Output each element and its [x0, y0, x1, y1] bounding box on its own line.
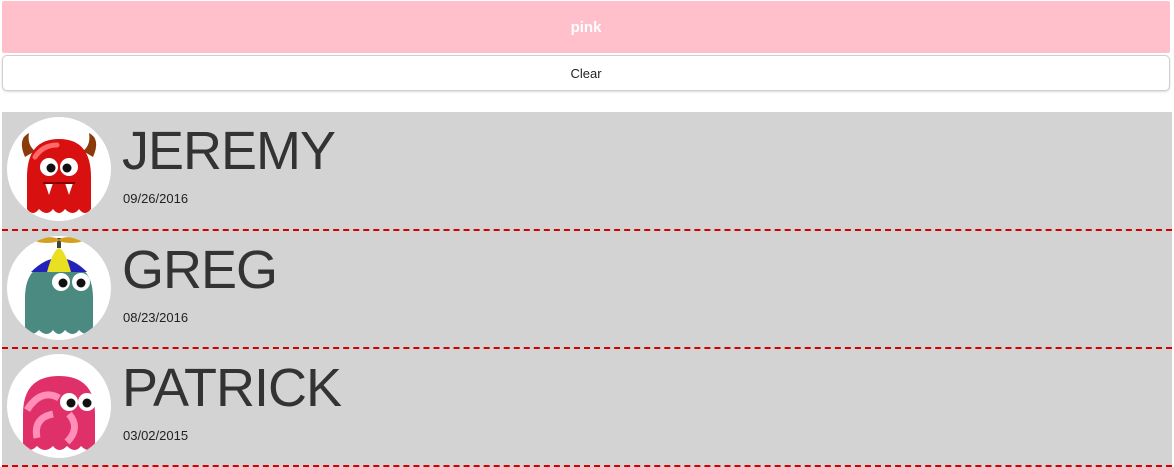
avatar — [7, 354, 111, 458]
user-name: GREG — [122, 240, 278, 300]
avatar — [7, 236, 111, 340]
pink-color-label: pink — [570, 18, 602, 36]
avatar — [7, 117, 111, 221]
propeller-hat-monster-icon — [25, 237, 93, 334]
red-devil-monster-icon — [21, 133, 97, 213]
clear-button[interactable]: Clear — [2, 55, 1170, 91]
user-date: 09/26/2016 — [123, 191, 189, 206]
user-name: PATRICK — [122, 358, 342, 418]
list-item[interactable]: GREG 08/23/2016 — [2, 231, 1172, 349]
list-item[interactable]: PATRICK 03/02/2015 — [2, 349, 1172, 467]
clear-button-label: Clear — [570, 65, 602, 81]
pink-swirl-monster-icon — [23, 376, 96, 450]
user-date: 08/23/2016 — [123, 310, 189, 325]
list-item[interactable]: JEREMY 09/26/2016 — [2, 112, 1172, 231]
pink-color-button[interactable]: pink — [2, 1, 1170, 53]
user-name: JEREMY — [122, 121, 336, 181]
user-date: 03/02/2015 — [123, 428, 189, 443]
user-list: JEREMY 09/26/2016 GREG 08/23/2016 PATRIC… — [2, 112, 1172, 467]
